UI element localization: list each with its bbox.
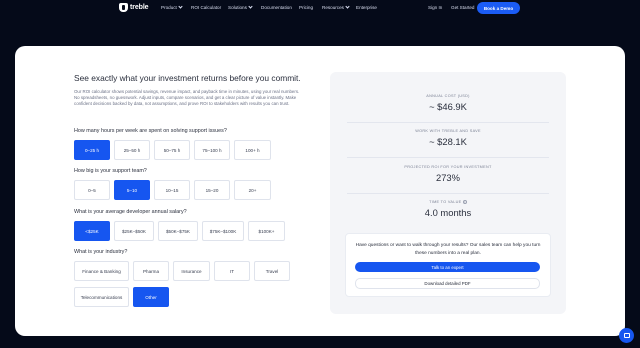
annual-cost-label: ANNUAL COST (USD) — [426, 94, 470, 98]
option-team-5-10[interactable]: 5–10 — [114, 180, 150, 200]
nav-documentation-label: Documentation — [261, 5, 292, 10]
option-hours-75-100[interactable]: 75–100 h — [194, 140, 230, 160]
nav-solutions[interactable]: Solutions — [228, 4, 253, 10]
option-industry-telecommunications[interactable]: Telecommunications — [74, 287, 129, 307]
roi-value: 273% — [436, 172, 460, 183]
option-hours-100-plus[interactable]: 100+ h — [234, 140, 271, 160]
metric-divider — [347, 157, 549, 158]
sign-in-link[interactable]: Sign In — [428, 5, 442, 10]
option-salary-100k-plus[interactable]: $100K+ — [248, 221, 285, 241]
chat-icon — [623, 333, 630, 338]
time-to-value-label: TIME TO VALUE i — [330, 200, 566, 204]
brand-name: treble — [130, 4, 149, 11]
metric-divider — [347, 193, 549, 194]
nav-documentation[interactable]: Documentation — [261, 5, 292, 10]
top-nav: treble Product ROI Calculator Solutions … — [0, 0, 640, 18]
treble-logo-icon — [119, 3, 128, 12]
download-pdf-button[interactable]: Download detailed PDF — [355, 278, 540, 289]
info-icon[interactable]: i — [462, 200, 467, 204]
brand-logo[interactable]: treble — [119, 3, 149, 12]
annual-cost-value: ~ $46.9K — [429, 101, 467, 112]
option-salary-75-100k[interactable]: $75K–$100K — [202, 221, 244, 241]
nav-product[interactable]: Product — [161, 4, 183, 10]
page-title: See exactly what your investment returns… — [74, 73, 301, 83]
option-salary-50-75k[interactable]: $50K–$75K — [158, 221, 198, 241]
question-salary: What is your average developer annual sa… — [74, 209, 187, 215]
nav-roi-calculator[interactable]: ROI Calculator — [191, 5, 221, 10]
savings-value: ~ $28.1K — [429, 136, 467, 147]
chevron-down-icon — [178, 4, 183, 9]
chevron-down-icon — [345, 4, 350, 9]
nav-resources-label: Resources — [322, 5, 344, 10]
option-industry-finance[interactable]: Finance & Banking — [74, 261, 129, 281]
option-team-0-5[interactable]: 0–5 — [74, 180, 110, 200]
nav-roi-label: ROI Calculator — [191, 5, 222, 10]
get-started-link[interactable]: Get Started — [451, 5, 475, 10]
option-industry-pharma[interactable]: Pharma — [133, 261, 169, 281]
option-industry-travel[interactable]: Travel — [254, 261, 290, 281]
option-team-10-15[interactable]: 10–15 — [154, 180, 190, 200]
talk-to-expert-button[interactable]: Talk to an expert — [355, 262, 540, 272]
question-hours: How many hours per week are spent on sol… — [74, 128, 227, 134]
nav-product-label: Product — [161, 5, 177, 10]
intro-text: Our ROI calculator shows potential savin… — [74, 89, 300, 106]
contact-sales-text: Have questions or want to walk through y… — [355, 243, 541, 256]
option-industry-it[interactable]: IT — [214, 261, 250, 281]
book-demo-button[interactable]: Book a Demo — [477, 2, 520, 14]
option-industry-other[interactable]: Other — [133, 287, 169, 307]
time-to-value-label-text: TIME TO VALUE — [429, 200, 462, 204]
nav-enterprise-label: Enterprise — [356, 5, 377, 10]
option-hours-25-50[interactable]: 25–50 h — [114, 140, 150, 160]
question-team-size: How big is your support team? — [74, 168, 147, 174]
option-industry-insurance[interactable]: Insurance — [173, 261, 210, 281]
nav-pricing[interactable]: Pricing — [299, 5, 313, 10]
nav-enterprise[interactable]: Enterprise — [356, 5, 377, 10]
option-team-15-20[interactable]: 15–20 — [194, 180, 230, 200]
metric-divider — [347, 122, 549, 123]
savings-label: WORK WITH TREBLE AND SAVE — [415, 129, 481, 133]
nav-pricing-label: Pricing — [299, 5, 314, 10]
roi-label: PROJECTED ROI FOR YOUR INVESTMENT — [404, 165, 492, 169]
chat-launcher[interactable] — [619, 328, 634, 343]
nav-solutions-label: Solutions — [228, 5, 247, 10]
option-salary-under-25k[interactable]: <$25K — [74, 221, 110, 241]
option-team-20-plus[interactable]: 20+ — [234, 180, 271, 200]
time-to-value-value: 4.0 months — [424, 207, 472, 218]
option-hours-0-25[interactable]: 0–25 h — [74, 140, 110, 160]
question-industry: What is your industry? — [74, 249, 128, 255]
chevron-down-icon — [248, 4, 253, 9]
option-salary-25-50k[interactable]: $25K–$50K — [114, 221, 154, 241]
option-hours-50-75[interactable]: 50–75 h — [154, 140, 190, 160]
nav-resources[interactable]: Resources — [322, 4, 350, 10]
